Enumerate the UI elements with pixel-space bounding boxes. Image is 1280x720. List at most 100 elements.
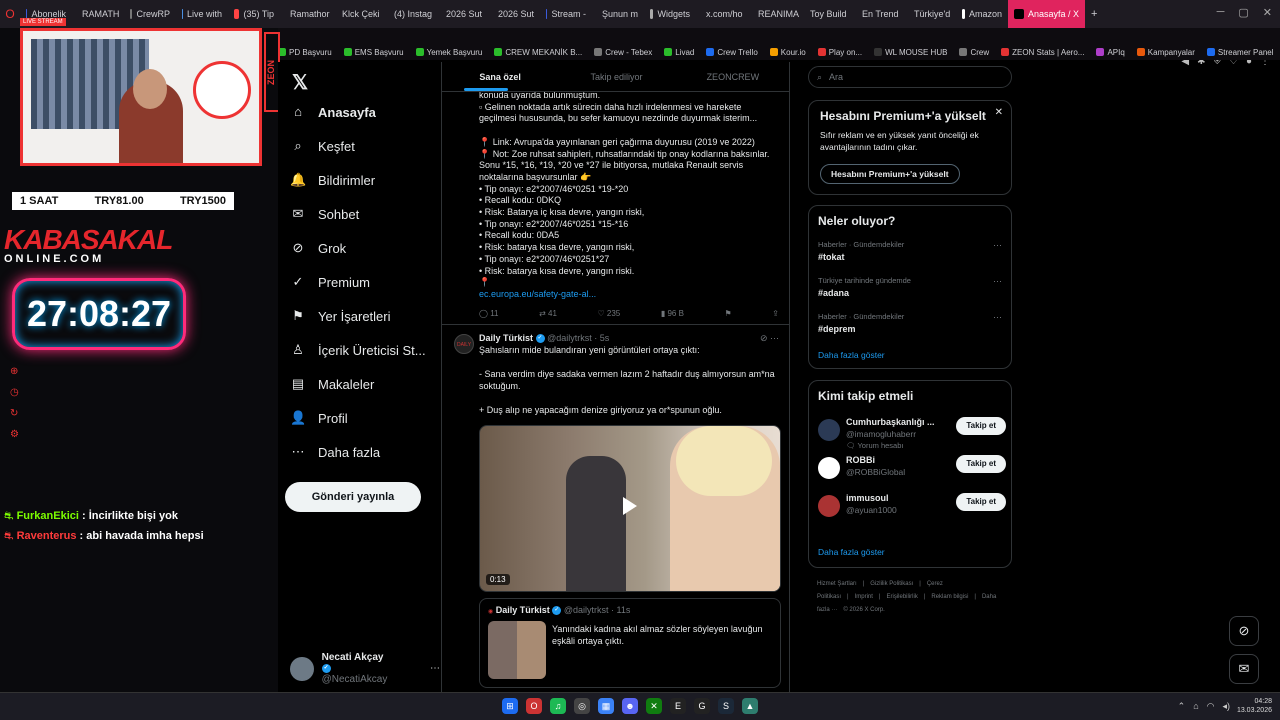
browser-tab[interactable]: Klck Çeki: [332, 0, 384, 28]
account-switcher[interactable]: Necati Akçay ✓ @NecatiAkcay ⋯: [290, 652, 440, 685]
more-icon[interactable]: ⋯: [993, 276, 1002, 287]
chevron-up-icon[interactable]: ⌃: [1178, 701, 1186, 712]
nav-item-more[interactable]: ⋯ Daha fazla: [290, 444, 381, 460]
browser-tab[interactable]: 2026 Sut: [488, 0, 540, 28]
browser-tab[interactable]: Widgets: [644, 0, 696, 28]
browser-tab[interactable]: Anasayfa / X: [1008, 0, 1086, 28]
bookmark[interactable]: Kour.io: [769, 48, 806, 57]
follow-button[interactable]: Takip et: [956, 493, 1006, 511]
opera-icon[interactable]: O: [0, 7, 20, 21]
bookmark[interactable]: Livad: [664, 48, 694, 57]
opera-icon[interactable]: O: [526, 698, 542, 714]
epic-icon[interactable]: E: [670, 698, 686, 714]
follow-suggestion[interactable]: immusoul @ayuan1000 Takip et: [818, 493, 1006, 525]
browser-tab[interactable]: Ramathor: [280, 0, 332, 28]
bookmark[interactable]: APIq: [1096, 48, 1125, 57]
obs-icon[interactable]: ◎: [574, 698, 590, 714]
browser-tab[interactable]: Stream -: [540, 0, 592, 28]
retweet-button[interactable]: ⇄ 41: [539, 309, 557, 318]
more-icon[interactable]: ⋯: [430, 663, 440, 674]
reply-button[interactable]: ◯ 11: [479, 309, 499, 318]
tab-zeoncrew[interactable]: ZEONCREW: [675, 62, 789, 91]
browser-tab[interactable]: Toy Build: [800, 0, 852, 28]
post-button[interactable]: Gönderi yayınla: [285, 482, 421, 512]
clock[interactable]: 04:28 13.03.2026: [1237, 697, 1272, 715]
footer-link[interactable]: Hizmet Şartları: [817, 581, 857, 587]
follow-button[interactable]: Takip et: [956, 417, 1006, 435]
folder-icon[interactable]: ▦: [598, 698, 614, 714]
video-player[interactable]: 0:13: [479, 425, 781, 592]
bookmark[interactable]: Yemek Başvuru: [415, 48, 482, 57]
quoted-tweet[interactable]: ◉ Daily Türkist ✓ @dailytrkst · 11s Yanı…: [479, 598, 781, 688]
browser-tab[interactable]: En Trend: [852, 0, 904, 28]
steam-icon[interactable]: S: [718, 698, 734, 714]
browser-tab[interactable]: 2026 Sut: [436, 0, 488, 28]
bookmark-button[interactable]: ⚑: [725, 309, 732, 318]
tweet-author[interactable]: Daily Türkist: [479, 333, 533, 343]
follow-suggestion[interactable]: ROBBi @ROBBiGlobal Takip et: [818, 455, 1006, 487]
more-icon[interactable]: ⋯: [993, 240, 1002, 251]
bookmark[interactable]: CREW MEKANİK B...: [494, 48, 582, 57]
tweet-time[interactable]: · 5s: [594, 333, 609, 343]
close-icon[interactable]: ✕: [995, 107, 1003, 118]
trend-item[interactable]: Türkiye tarihinde gündemde #adana ⋯: [818, 276, 1006, 298]
app-icon[interactable]: ▲: [742, 698, 758, 714]
bookmark[interactable]: EMS Başvuru: [343, 48, 404, 57]
bookmark[interactable]: Kampanyalar: [1136, 48, 1195, 57]
start-icon[interactable]: ⊞: [502, 698, 518, 714]
new-tab-icon[interactable]: +: [1085, 8, 1103, 20]
more-icon[interactable]: ⋯: [993, 312, 1002, 323]
nav-item-profile[interactable]: 👤 Profil: [290, 410, 348, 426]
x-logo[interactable]: 𝕏: [292, 70, 308, 95]
footer-link[interactable]: Erişilebilirlik: [886, 594, 917, 600]
maximize-icon[interactable]: ▢: [1238, 6, 1248, 19]
messages-button[interactable]: ✉: [1229, 654, 1259, 684]
bookmark[interactable]: Streamer Panel: [1206, 48, 1274, 57]
nav-item-grok[interactable]: ⊘ Grok: [290, 240, 347, 256]
gamesense-icon[interactable]: G: [694, 698, 710, 714]
xbox-icon[interactable]: ✕: [646, 698, 662, 714]
nav-item-bookmark[interactable]: ⚑ Yer İşaretleri: [290, 308, 390, 324]
browser-tab[interactable]: Amazon: [956, 0, 1008, 28]
minimize-icon[interactable]: ─: [1217, 6, 1225, 19]
footer-link[interactable]: Reklam bilgisi: [931, 594, 968, 600]
follow-button[interactable]: Takip et: [956, 455, 1006, 473]
bookmark[interactable]: Crew: [959, 48, 989, 57]
premium-upgrade-button[interactable]: Hesabını Premium+'a yükselt: [820, 164, 960, 184]
nav-item-creator[interactable]: ♙ İçerik Üreticisi St...: [290, 342, 425, 358]
tab-for-you[interactable]: Sana özel: [442, 62, 558, 91]
show-more-link[interactable]: Daha fazla göster: [818, 547, 885, 557]
browser-tab[interactable]: (4) Instag: [384, 0, 436, 28]
search-input[interactable]: ⌕ Ara: [808, 66, 1012, 88]
share-button[interactable]: ⇪: [772, 309, 779, 318]
browser-tab[interactable]: (35) Tip: [228, 0, 280, 28]
bookmark[interactable]: ZEON Stats | Aero...: [1001, 48, 1084, 57]
browser-tab[interactable]: REANIMA: [748, 0, 800, 28]
like-button[interactable]: ♡ 235: [598, 309, 621, 318]
nav-item-mail[interactable]: ✉ Sohbet: [290, 206, 360, 222]
nav-item-premium[interactable]: ✓ Premium: [290, 274, 370, 290]
spotify-icon[interactable]: ♫: [550, 698, 566, 714]
views-button[interactable]: ▮ 96 B: [661, 309, 684, 318]
footer-link[interactable]: Imprint: [855, 594, 873, 600]
browser-tab[interactable]: RAMATH: [72, 0, 124, 28]
browser-tab[interactable]: Live with: [176, 0, 228, 28]
nav-item-search[interactable]: ⌕ Keşfet: [290, 138, 355, 154]
network-icon[interactable]: ⌂: [1193, 701, 1198, 712]
footer-link[interactable]: Gizlilik Politikası: [870, 581, 913, 587]
volume-icon[interactable]: ◂): [1222, 701, 1230, 712]
close-icon[interactable]: ✕: [1263, 6, 1272, 19]
follow-suggestion[interactable]: Cumhurbaşkanlığı ... @imamogluhaberr 🗨 Yor…: [818, 417, 1006, 450]
bookmark[interactable]: Crew - Tebex: [594, 48, 652, 57]
trend-item[interactable]: Haberler · Gündemdekiler #tokat ⋯: [818, 240, 1006, 262]
more-icon[interactable]: ⊘ ⋯: [760, 332, 779, 344]
browser-tab[interactable]: Türkiye'd: [904, 0, 956, 28]
nav-item-bell[interactable]: 🔔 Bildirimler: [290, 172, 375, 188]
bookmark[interactable]: PD Başvuru: [278, 48, 332, 57]
bookmark[interactable]: WL MOUSE HUB: [874, 48, 947, 57]
bookmark[interactable]: Play on...: [817, 48, 862, 57]
tweet-handle[interactable]: @dailytrkst: [547, 333, 592, 343]
nav-item-home[interactable]: ⌂ Anasayfa: [290, 104, 376, 120]
wifi-icon[interactable]: ◠: [1207, 701, 1215, 712]
nav-item-article[interactable]: ▤ Makaleler: [290, 376, 375, 392]
